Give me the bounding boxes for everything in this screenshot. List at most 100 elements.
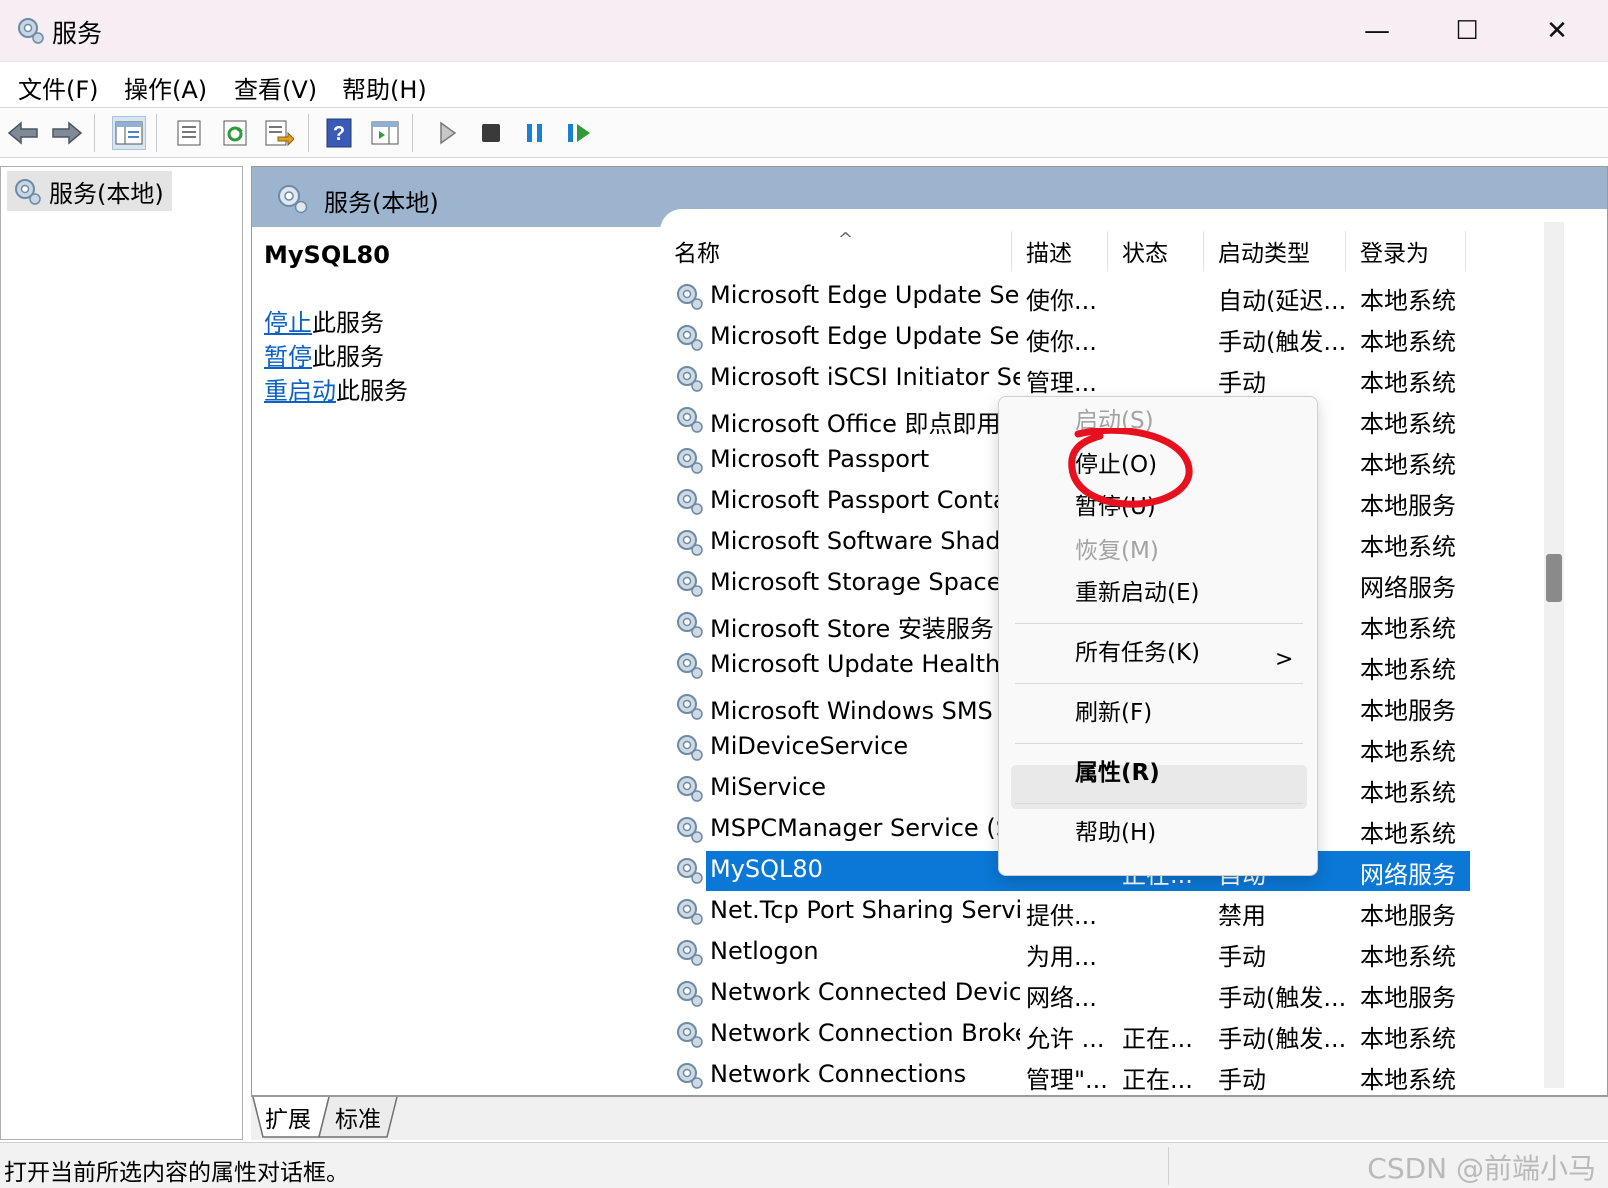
close-icon: ✕ — [1546, 16, 1568, 46]
column-header-log-on-as[interactable]: 登录为 — [1346, 231, 1466, 271]
pause-service-icon[interactable] — [518, 116, 552, 150]
view-tabs: 扩展 标准 — [251, 1096, 1608, 1140]
start-service-icon[interactable] — [430, 116, 464, 150]
tab-extended[interactable]: 扩展 — [265, 1097, 311, 1137]
cell-name: Microsoft Edge Update Ser... — [710, 322, 1020, 350]
cell-logon: 本地服务 — [1360, 697, 1456, 725]
stop-service-icon[interactable] — [474, 116, 508, 150]
column-label: 启动类型 — [1218, 241, 1310, 267]
service-gear-icon — [677, 817, 703, 843]
cell-logon: 本地系统 — [1360, 820, 1456, 848]
cell-logon: 本地系统 — [1360, 533, 1456, 561]
forward-icon[interactable] — [50, 116, 84, 150]
menu-help[interactable]: 帮助(H) — [342, 70, 427, 105]
column-label: 名称 — [674, 241, 720, 267]
close-button[interactable]: ✕ — [1522, 8, 1592, 54]
tree-item-services-local[interactable]: 服务(本地) — [7, 171, 172, 211]
title-bar: 服务 — ☐ ✕ — [0, 0, 1608, 62]
cell-name: Netlogon — [710, 937, 819, 965]
column-header-description[interactable]: 描述 — [1012, 231, 1108, 271]
cell-startup: 手动(触发... — [1218, 1025, 1347, 1053]
status-divider — [1168, 1147, 1169, 1185]
table-row[interactable]: Net.Tcp Port Sharing Service 提供... 禁用 本地服务 — [674, 892, 1470, 932]
cell-logon: 本地系统 — [1360, 656, 1456, 684]
cell-startup: 手动 — [1218, 369, 1266, 397]
cell-logon: 网络服务 — [1360, 861, 1456, 889]
menu-item-resume[interactable]: 恢复(M) — [1075, 531, 1159, 565]
minimize-button[interactable]: — — [1342, 8, 1412, 54]
properties-icon[interactable] — [172, 116, 206, 150]
cell-name: Microsoft Edge Update Ser... — [710, 281, 1020, 309]
stop-service-link[interactable]: 停止 — [264, 309, 312, 337]
service-gear-icon — [677, 366, 703, 392]
services-gear-icon — [278, 185, 308, 214]
show-action-pane-icon[interactable] — [368, 116, 402, 150]
table-row[interactable]: Network Connections 管理"... 正在... 手动 本地系统 — [674, 1056, 1470, 1095]
menu-item-refresh[interactable]: 刷新(F) — [1075, 693, 1152, 727]
table-row[interactable]: Microsoft Edge Update Ser... 使你... 自动(延迟..… — [674, 277, 1470, 317]
menu-item-properties[interactable]: 属性(R) — [1075, 753, 1160, 787]
status-text: 打开当前所选内容的属性对话框。 — [4, 1160, 349, 1186]
cell-logon: 本地系统 — [1360, 369, 1456, 397]
service-gear-icon — [677, 858, 703, 884]
restart-service-link[interactable]: 重启动 — [264, 377, 336, 405]
svg-text:?: ? — [333, 123, 345, 145]
action-suffix: 此服务 — [312, 343, 384, 371]
help-icon[interactable]: ? — [322, 116, 356, 150]
service-gear-icon — [677, 735, 703, 761]
column-header-startup-type[interactable]: 启动类型 — [1204, 231, 1346, 271]
cell-desc: 管理"... — [1026, 1066, 1108, 1094]
toolbar-separator — [94, 114, 95, 152]
cell-startup: 手动(触发... — [1218, 984, 1347, 1012]
table-row[interactable]: Network Connected Devic... 网络... 手动(触发... 本… — [674, 974, 1470, 1014]
table-row[interactable]: Microsoft iSCSI Initiator Ser...管理... 手动 本… — [674, 359, 1470, 399]
cell-desc: 网络... — [1026, 984, 1097, 1012]
cell-logon: 本地服务 — [1360, 492, 1456, 520]
show-hide-console-tree-icon[interactable] — [112, 116, 146, 150]
cell-desc: 管理... — [1026, 369, 1097, 397]
cell-status: 正在... — [1122, 1025, 1193, 1053]
column-label: 登录为 — [1360, 241, 1429, 267]
menu-item-help[interactable]: 帮助(H) — [1075, 813, 1156, 847]
vertical-scrollbar[interactable] — [1544, 222, 1564, 1088]
cell-logon: 本地服务 — [1360, 984, 1456, 1012]
service-gear-icon — [677, 981, 703, 1007]
column-header-name[interactable]: 名称 ^ — [660, 229, 1012, 271]
column-header-status[interactable]: 状态 — [1108, 231, 1204, 271]
service-gear-icon — [677, 694, 703, 720]
menu-action[interactable]: 操作(A) — [124, 70, 207, 105]
cell-name: Microsoft Office 即点即用 — [710, 410, 1001, 438]
cell-name: Microsoft Store 安装服务 — [710, 615, 994, 643]
cell-name: MiDeviceService — [710, 732, 909, 760]
menu-separator — [1015, 743, 1303, 744]
export-list-icon[interactable] — [262, 116, 296, 150]
refresh-icon[interactable] — [218, 116, 252, 150]
scrollbar-thumb[interactable] — [1546, 554, 1562, 602]
minimize-icon: — — [1364, 16, 1390, 46]
tab-standard[interactable]: 标准 — [335, 1097, 381, 1137]
resume-service-icon[interactable] — [562, 116, 596, 150]
maximize-button[interactable]: ☐ — [1432, 8, 1502, 54]
table-row[interactable]: Microsoft Edge Update Ser... 使你... 手动(触发..… — [674, 318, 1470, 358]
services-gear-icon — [18, 18, 44, 44]
submenu-arrow-icon: > — [1275, 647, 1294, 672]
cell-logon: 本地系统 — [1360, 1025, 1456, 1053]
cell-name: Microsoft iSCSI Initiator Ser... — [710, 363, 1020, 391]
pause-service-link[interactable]: 暂停 — [264, 343, 312, 371]
menu-bar: 文件(F) 操作(A) 查看(V) 帮助(H) — [0, 62, 1608, 108]
table-row[interactable]: Netlogon 为用... 手动 本地系统 — [674, 933, 1470, 973]
back-icon[interactable] — [6, 116, 40, 150]
toolbar-separator — [412, 114, 413, 152]
service-gear-icon — [677, 284, 703, 310]
menu-item-restart[interactable]: 重新启动(E) — [1075, 573, 1199, 607]
service-gear-icon — [677, 612, 703, 638]
red-circle-annotation — [1068, 428, 1193, 508]
service-gear-icon — [677, 571, 703, 597]
table-row[interactable]: Network Connection Broker 允许 ... 正在... 手动(触… — [674, 1015, 1470, 1055]
menu-file[interactable]: 文件(F) — [18, 70, 99, 105]
menu-view[interactable]: 查看(V) — [234, 70, 317, 105]
menu-item-all-tasks[interactable]: 所有任务(K) — [1075, 633, 1200, 667]
cell-name: Microsoft Storage Spaces — [710, 568, 1015, 596]
service-gear-icon — [677, 489, 703, 515]
cell-logon: 本地系统 — [1360, 328, 1456, 356]
